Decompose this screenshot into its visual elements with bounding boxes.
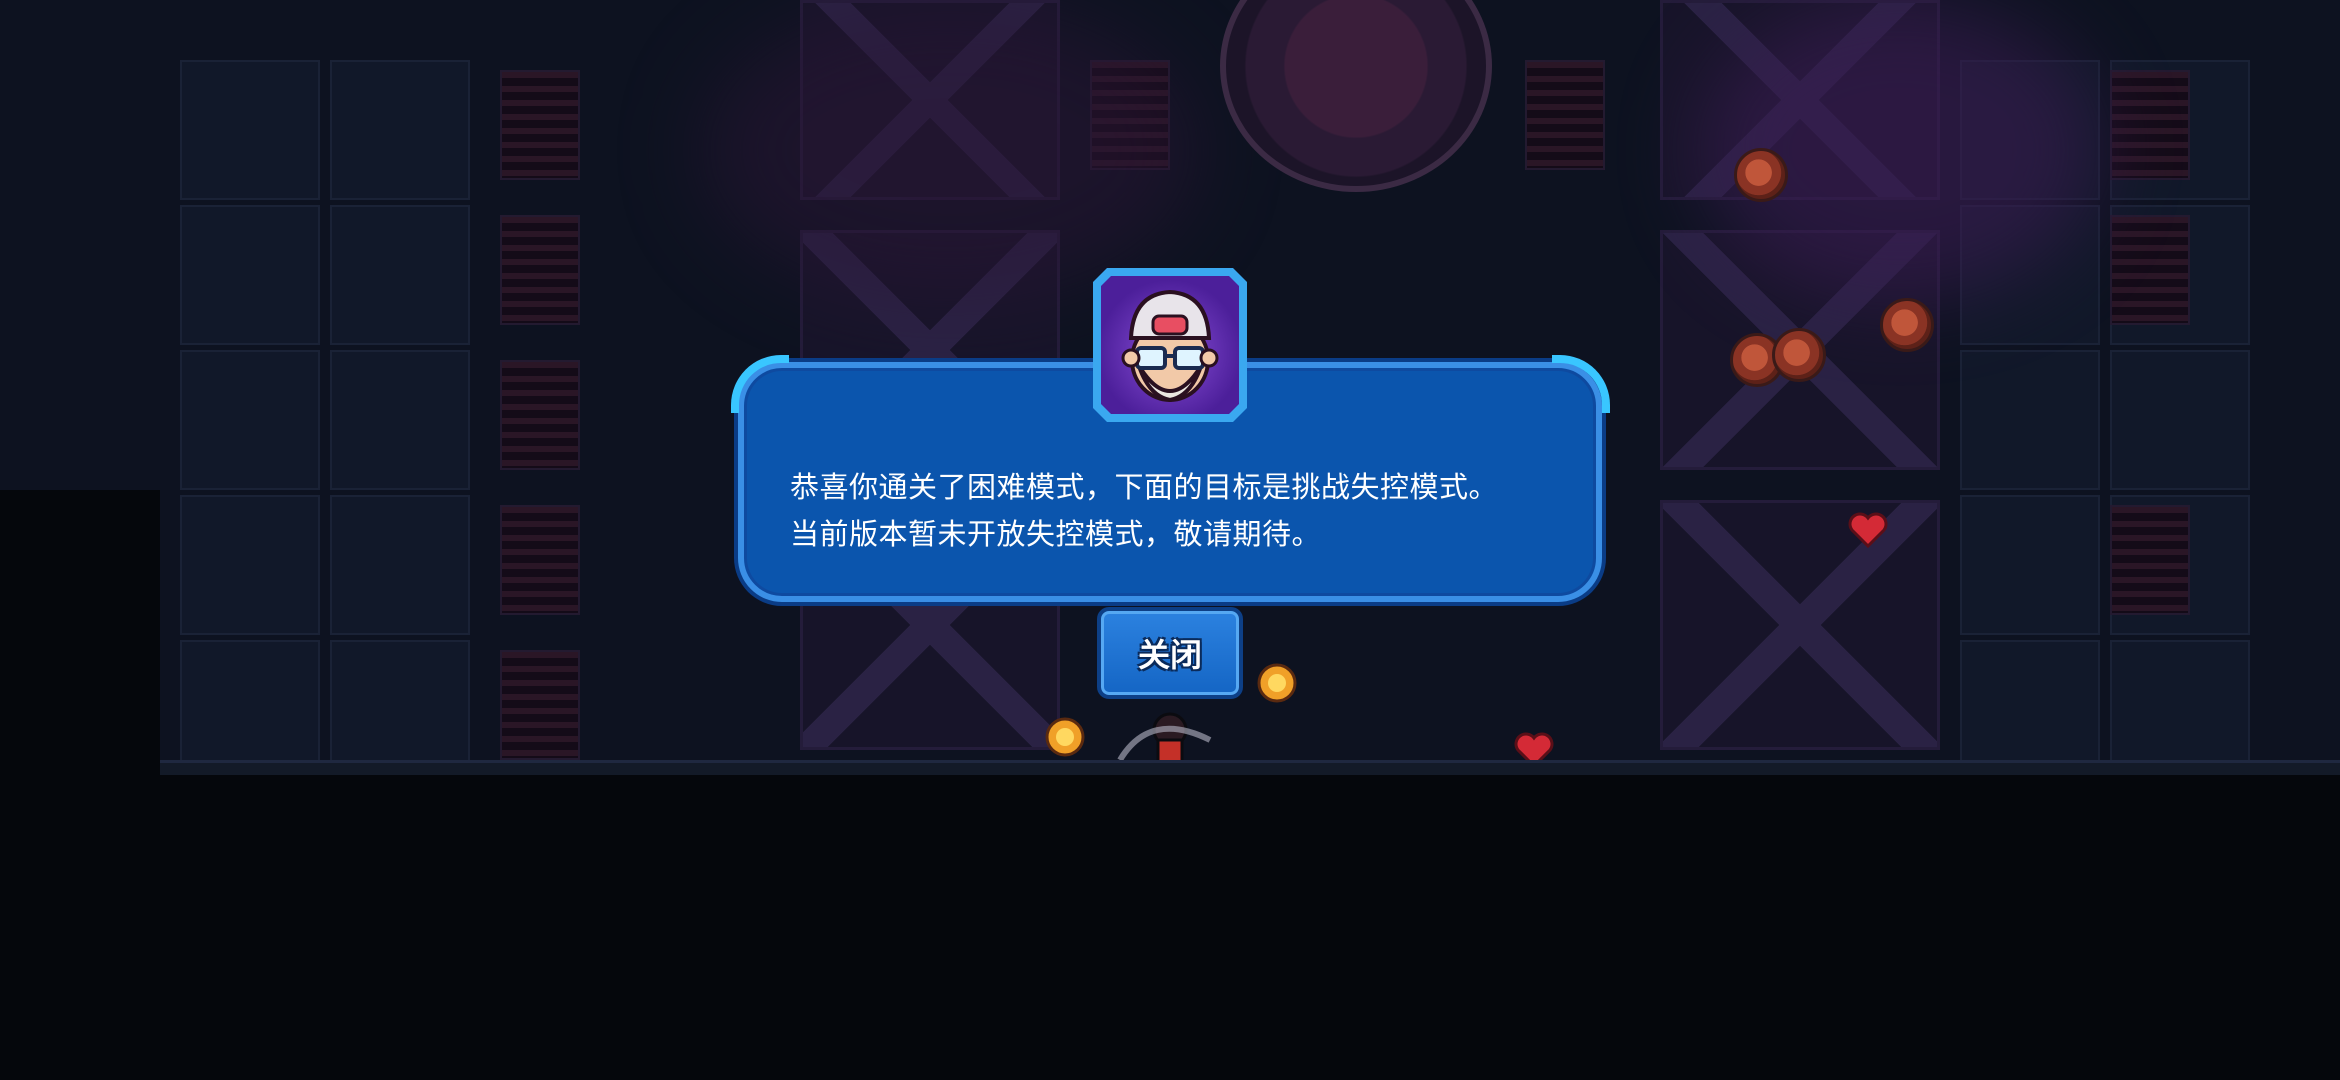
coin-icon (1734, 148, 1788, 202)
lower-void (0, 775, 2340, 1080)
old-man-with-cap-and-glasses-icon (1121, 289, 1219, 403)
npc-avatar (1101, 276, 1239, 414)
dialog-message: 恭喜你通关了困难模式，下面的目标是挑战失控模式。 当前版本暂未开放失控模式，敬请… (790, 464, 1580, 558)
coin-icon (1880, 298, 1934, 352)
close-button[interactable]: 关闭 (1097, 607, 1243, 699)
close-button-label: 关闭 (1137, 636, 1202, 674)
coin-icon (1772, 328, 1826, 382)
dialog-message-line-1: 恭喜你通关了困难模式，下面的目标是挑战失控模式。 (790, 470, 1499, 504)
fireball-icon (1257, 663, 1297, 703)
dialog-message-line-2: 当前版本暂未开放失控模式，敬请期待。 (790, 517, 1322, 551)
portal-gate (1220, 0, 1492, 192)
fireball-icon (1045, 717, 1085, 757)
heart-icon (1848, 512, 1888, 549)
void-area (0, 490, 160, 790)
